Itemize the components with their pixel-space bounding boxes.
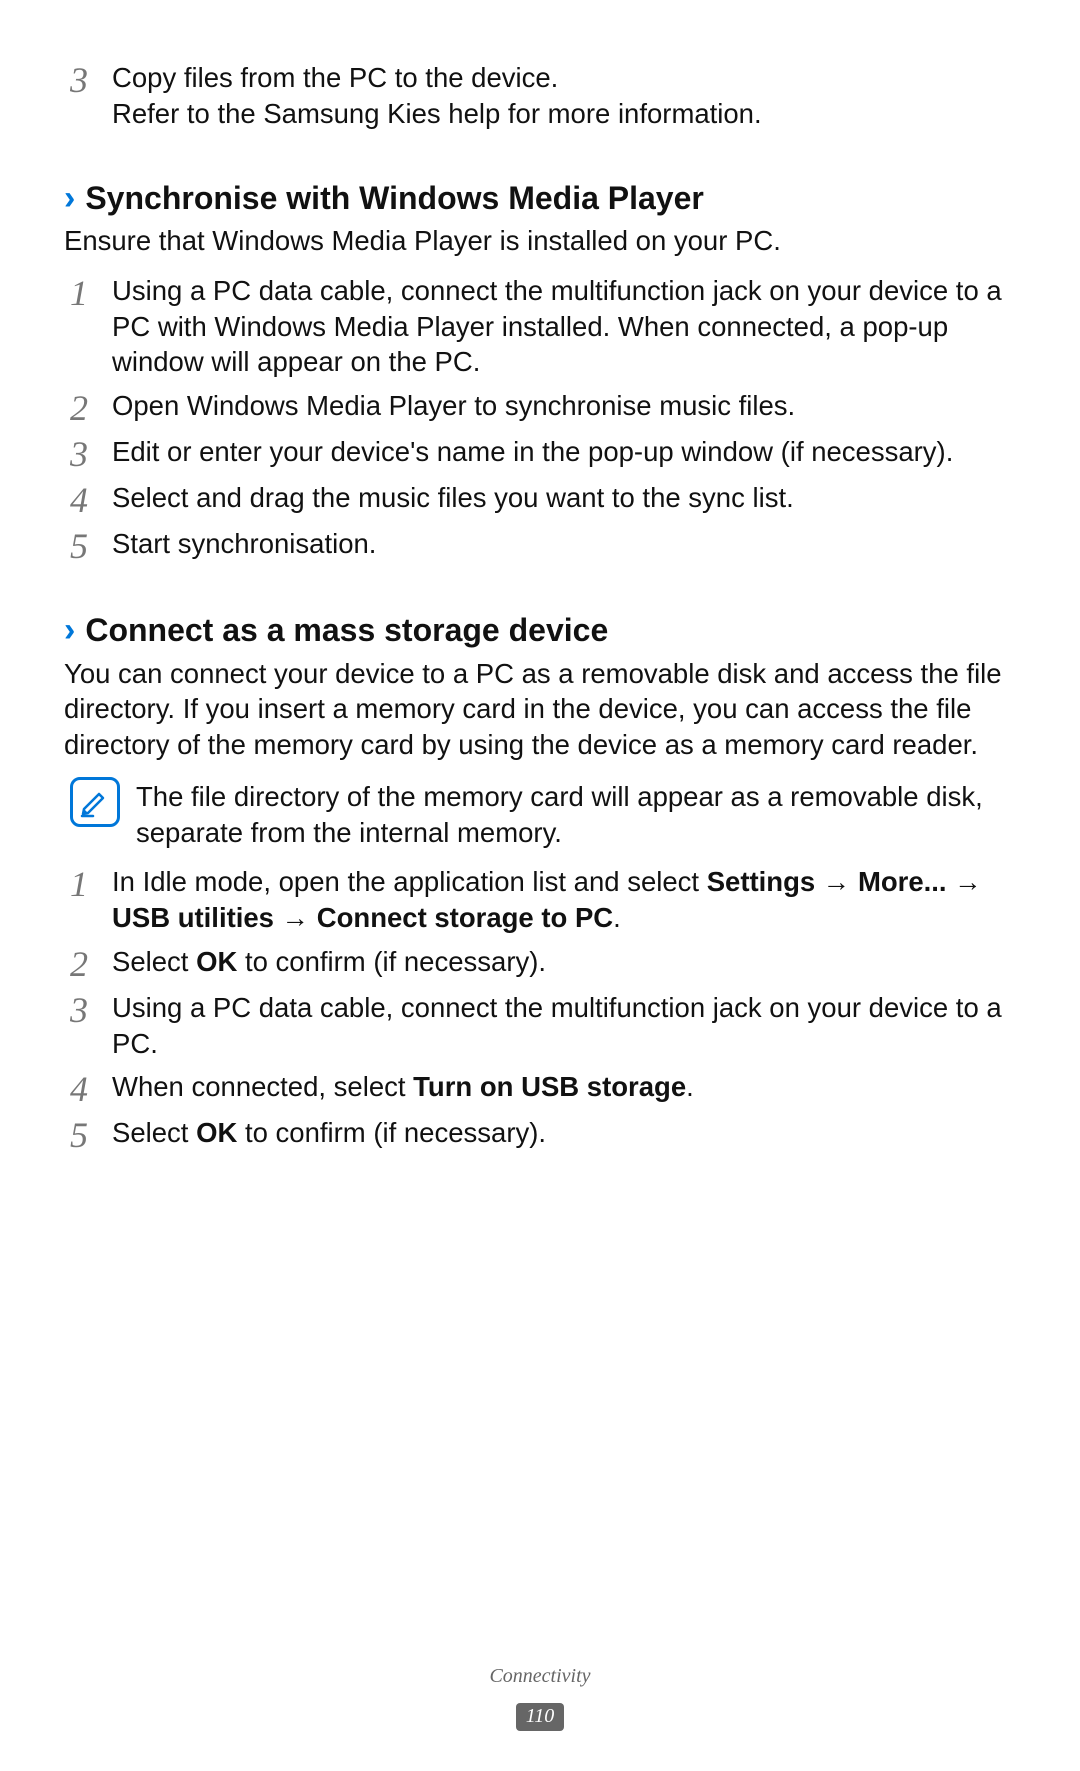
- bold-text: More...: [858, 866, 947, 897]
- section-heading: › Synchronise with Windows Media Player: [64, 178, 1016, 220]
- step-text: Edit or enter your device's name in the …: [112, 434, 1016, 470]
- step-item: 1 Using a PC data cable, connect the mul…: [64, 273, 1016, 380]
- text-run: .: [686, 1071, 694, 1102]
- step-item: 5 Start synchronisation.: [64, 526, 1016, 564]
- step-list: 1 Using a PC data cable, connect the mul…: [64, 273, 1016, 564]
- footer-section-label: Connectivity: [0, 1663, 1080, 1689]
- bold-text: Turn on USB storage: [413, 1071, 686, 1102]
- step-number: 2: [70, 946, 112, 982]
- step-item: 5 Select OK to confirm (if necessary).: [64, 1115, 1016, 1153]
- step-number: 5: [70, 528, 112, 564]
- text-run: Select: [112, 1117, 196, 1148]
- bold-text: USB utilities: [112, 902, 274, 933]
- step-number: 5: [70, 1117, 112, 1153]
- note-text: The file directory of the memory card wi…: [136, 779, 1016, 851]
- step-item: 4 When connected, select Turn on USB sto…: [64, 1069, 1016, 1107]
- text-run: In Idle mode, open the application list …: [112, 866, 707, 897]
- bold-text: Connect storage to PC: [317, 902, 613, 933]
- step-number: 3: [70, 62, 112, 98]
- bold-text: →: [947, 866, 982, 897]
- step-body: Copy files from the PC to the device. Re…: [112, 60, 1016, 132]
- section-title: Connect as a mass storage device: [85, 610, 608, 652]
- document-page: 3 Copy files from the PC to the device. …: [0, 0, 1080, 1771]
- step-number: 1: [70, 275, 112, 311]
- step-list: 1 In Idle mode, open the application lis…: [64, 864, 1016, 1153]
- page-footer: Connectivity 110: [0, 1663, 1080, 1731]
- text-run: .: [613, 902, 621, 933]
- section-intro: You can connect your device to a PC as a…: [64, 656, 1016, 763]
- step-item: 2 Open Windows Media Player to synchroni…: [64, 388, 1016, 426]
- step-text: Using a PC data cable, connect the multi…: [112, 273, 1016, 380]
- bold-text: →: [815, 866, 858, 897]
- text-run: to confirm (if necessary).: [237, 1117, 546, 1148]
- section-intro: Ensure that Windows Media Player is inst…: [64, 223, 1016, 259]
- bold-text: →: [274, 902, 317, 933]
- step-text: When connected, select Turn on USB stora…: [112, 1069, 1016, 1105]
- note-callout: The file directory of the memory card wi…: [64, 777, 1016, 851]
- step-item: 3 Using a PC data cable, connect the mul…: [64, 990, 1016, 1062]
- step-number: 3: [70, 436, 112, 472]
- step-number: 3: [70, 992, 112, 1028]
- step-item: 3 Edit or enter your device's name in th…: [64, 434, 1016, 472]
- chevron-right-icon: ›: [64, 181, 75, 215]
- step-text: Select OK to confirm (if necessary).: [112, 1115, 1016, 1151]
- step-item: 3 Copy files from the PC to the device. …: [64, 60, 1016, 132]
- step-number: 4: [70, 1071, 112, 1107]
- text-run: Select: [112, 946, 196, 977]
- step-text: In Idle mode, open the application list …: [112, 864, 1016, 936]
- section-title: Synchronise with Windows Media Player: [85, 178, 704, 220]
- step-text: Select and drag the music files you want…: [112, 480, 1016, 516]
- bold-text: OK: [196, 946, 237, 977]
- step-item: 2 Select OK to confirm (if necessary).: [64, 944, 1016, 982]
- bold-text: OK: [196, 1117, 237, 1148]
- step-text: Start synchronisation.: [112, 526, 1016, 562]
- step-text: Open Windows Media Player to synchronise…: [112, 388, 1016, 424]
- step-text-line: Copy files from the PC to the device.: [112, 62, 558, 93]
- pencil-note-icon: [79, 786, 111, 818]
- section-heading: › Connect as a mass storage device: [64, 610, 1016, 652]
- step-number: 1: [70, 866, 112, 902]
- bold-text: Settings: [707, 866, 815, 897]
- step-number: 2: [70, 390, 112, 426]
- text-run: to confirm (if necessary).: [237, 946, 546, 977]
- note-icon: [70, 777, 120, 827]
- step-item: 4 Select and drag the music files you wa…: [64, 480, 1016, 518]
- step-text: Using a PC data cable, connect the multi…: [112, 990, 1016, 1062]
- step-text: Select OK to confirm (if necessary).: [112, 944, 1016, 980]
- step-text-line: Refer to the Samsung Kies help for more …: [112, 98, 762, 129]
- chevron-right-icon: ›: [64, 613, 75, 647]
- text-run: When connected, select: [112, 1071, 413, 1102]
- page-number-badge: 110: [516, 1703, 565, 1731]
- step-number: 4: [70, 482, 112, 518]
- step-item: 1 In Idle mode, open the application lis…: [64, 864, 1016, 936]
